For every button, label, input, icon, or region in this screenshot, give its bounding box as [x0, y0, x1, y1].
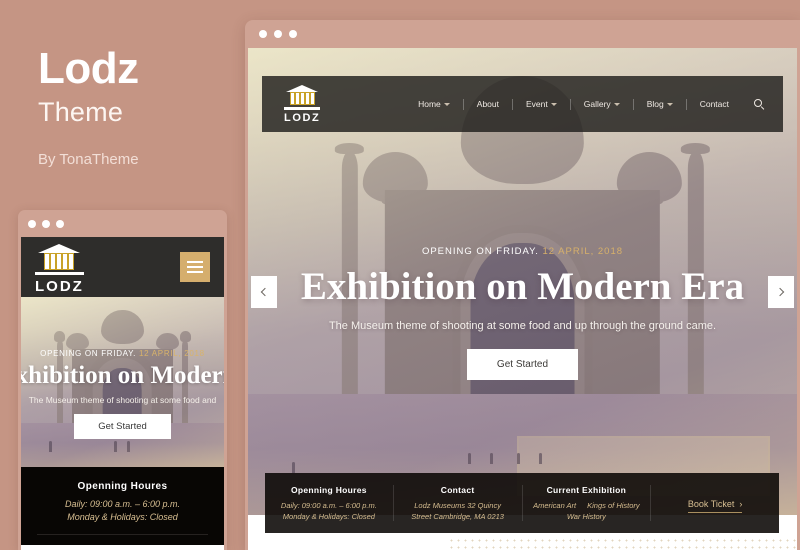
mobile-info-divider: [37, 534, 208, 535]
book-ticket-label: Book Ticket: [687, 498, 735, 509]
info-column-current-exhibition: Current Exhibition American Art Kings of…: [523, 485, 652, 521]
hero-title: Exhibition on Modern Era: [300, 265, 745, 308]
mobile-logo[interactable]: LODZ: [35, 244, 84, 295]
chevron-down-icon: [443, 103, 450, 106]
museum-pediment-icon: [286, 84, 319, 92]
mobile-hero: OPENING ON FRIDAY. 12 APRIL, 2018 Exhibi…: [21, 297, 224, 467]
mobile-hero-content: OPENING ON FRIDAY. 12 APRIL, 2018 Exhibi…: [21, 349, 224, 439]
window-dot-minimize-icon[interactable]: [274, 30, 282, 38]
get-started-button[interactable]: Get Started: [466, 348, 579, 380]
mobile-info-line-2: Monday & Holidays: Closed: [67, 512, 178, 522]
chevron-down-icon: [613, 103, 620, 106]
info-line-1: Daily: 09:00 a.m. – 6:00 p.m.: [280, 501, 377, 510]
theme-name: Lodz: [38, 44, 139, 93]
chevron-right-icon: [775, 287, 785, 297]
info-line-1: Lodz Museums 32 Quincy: [414, 501, 501, 510]
museum-pediment-icon: [38, 244, 81, 253]
info-line-2: Monday & Holidays: Closed: [282, 512, 375, 521]
mobile-get-started-button[interactable]: Get Started: [74, 413, 171, 439]
hero-prev-button[interactable]: [251, 276, 277, 308]
mobile-info-block: Openning Houres Daily: 09:00 a.m. – 6:00…: [21, 467, 224, 545]
desktop-viewport: OPENING ON FRIDAY. 12 APRIL, 2018 Exhibi…: [248, 48, 797, 550]
mobile-hero-kicker: OPENING ON FRIDAY. 12 APRIL, 2018: [40, 349, 205, 358]
info-heading: Contact: [440, 485, 475, 495]
mobile-hero-description: The Museum theme of shooting at some foo…: [28, 394, 217, 405]
dot-pattern-decoration: [448, 537, 797, 550]
left-promo-panel: Lodz Theme By TonaTheme LODZ OPENING ON …: [0, 0, 240, 550]
site-logo-word: LODZ: [284, 111, 321, 124]
about-section: Kings of History History of Lodz: [248, 537, 797, 550]
info-line-2: War History: [566, 512, 606, 521]
nav-item-contact[interactable]: Contact: [687, 99, 742, 109]
mobile-info-heading: Openning Houres: [77, 481, 168, 492]
nav-item-event[interactable]: Event: [513, 99, 570, 109]
museum-columns-icon: [289, 91, 315, 105]
theme-author: By TonaTheme: [38, 150, 139, 168]
info-bar: Openning Houres Daily: 09:00 a.m. – 6:00…: [265, 473, 779, 533]
site-header: LODZ Home About Event Gallery Blog Conta…: [262, 76, 783, 132]
chevron-down-icon: [666, 103, 673, 106]
info-column-opening-hours: Openning Houres Daily: 09:00 a.m. – 6:00…: [265, 485, 394, 521]
hero-description: The Museum theme of shooting at some foo…: [328, 319, 717, 332]
info-heading: Current Exhibition: [546, 485, 627, 495]
hamburger-menu-icon[interactable]: [180, 252, 210, 282]
chevron-right-icon: ›: [739, 498, 743, 509]
info-line-2: Street Cambridge, MA 0213: [411, 512, 504, 521]
museum-base-icon: [35, 272, 84, 275]
site-logo[interactable]: LODZ: [284, 84, 321, 124]
hero-kicker: OPENING ON FRIDAY. 12 APRIL, 2018: [248, 246, 797, 257]
desktop-preview-window: OPENING ON FRIDAY. 12 APRIL, 2018 Exhibi…: [245, 20, 800, 550]
search-icon[interactable]: [754, 98, 765, 110]
mobile-hero-title: Exhibition on Modern Era: [21, 362, 224, 389]
brand-block: Lodz Theme By TonaTheme: [38, 44, 139, 168]
nav-item-home[interactable]: Home: [405, 99, 463, 109]
hero-kicker-label: OPENING ON FRIDAY.: [421, 246, 539, 257]
nav-item-about[interactable]: About: [464, 99, 512, 109]
window-dot-close-icon[interactable]: [28, 219, 36, 228]
exhibition-american-art: American Art: [533, 501, 577, 510]
hero-content: OPENING ON FRIDAY. 12 APRIL, 2018 Exhibi…: [248, 246, 797, 380]
mobile-browser-chrome: [18, 210, 227, 237]
window-dot-maximize-icon[interactable]: [56, 219, 64, 228]
chevron-left-icon: [260, 287, 270, 297]
book-ticket-link[interactable]: Book Ticket ›: [687, 498, 743, 513]
info-heading: Openning Houres: [290, 485, 367, 495]
exhibition-kings-of-history: Kings of History: [587, 501, 640, 510]
info-column-contact: Contact Lodz Museums 32 Quincy Street Ca…: [394, 485, 523, 521]
main-navigation: Home About Event Gallery Blog Contact: [405, 98, 765, 110]
hero-kicker-date: 12 APRIL, 2018: [542, 246, 624, 257]
info-line-1: American Art Kings of History: [529, 501, 645, 510]
hero-next-button[interactable]: [768, 276, 794, 308]
museum-base-icon: [284, 106, 321, 110]
mobile-viewport: LODZ OPENING ON FRIDAY. 12 APRIL, 2018 x…: [21, 237, 224, 550]
chevron-down-icon: [550, 103, 557, 106]
nav-item-gallery[interactable]: Gallery: [571, 99, 633, 109]
nav-item-blog[interactable]: Blog: [634, 99, 686, 109]
mobile-preview-window: LODZ OPENING ON FRIDAY. 12 APRIL, 2018 x…: [18, 210, 227, 550]
desktop-browser-chrome: [245, 20, 800, 48]
mobile-site-header: LODZ: [21, 237, 224, 297]
info-column-book-ticket: Book Ticket ›: [651, 494, 779, 513]
mobile-info-line-1: Daily: 09:00 a.m. – 6:00 p.m.: [64, 499, 181, 509]
window-dot-close-icon[interactable]: [259, 30, 267, 38]
window-dot-maximize-icon[interactable]: [289, 30, 297, 38]
window-dot-minimize-icon[interactable]: [42, 219, 50, 228]
museum-columns-icon: [44, 253, 75, 270]
mobile-logo-word: LODZ: [35, 278, 84, 295]
theme-subtitle: Theme: [38, 97, 124, 128]
